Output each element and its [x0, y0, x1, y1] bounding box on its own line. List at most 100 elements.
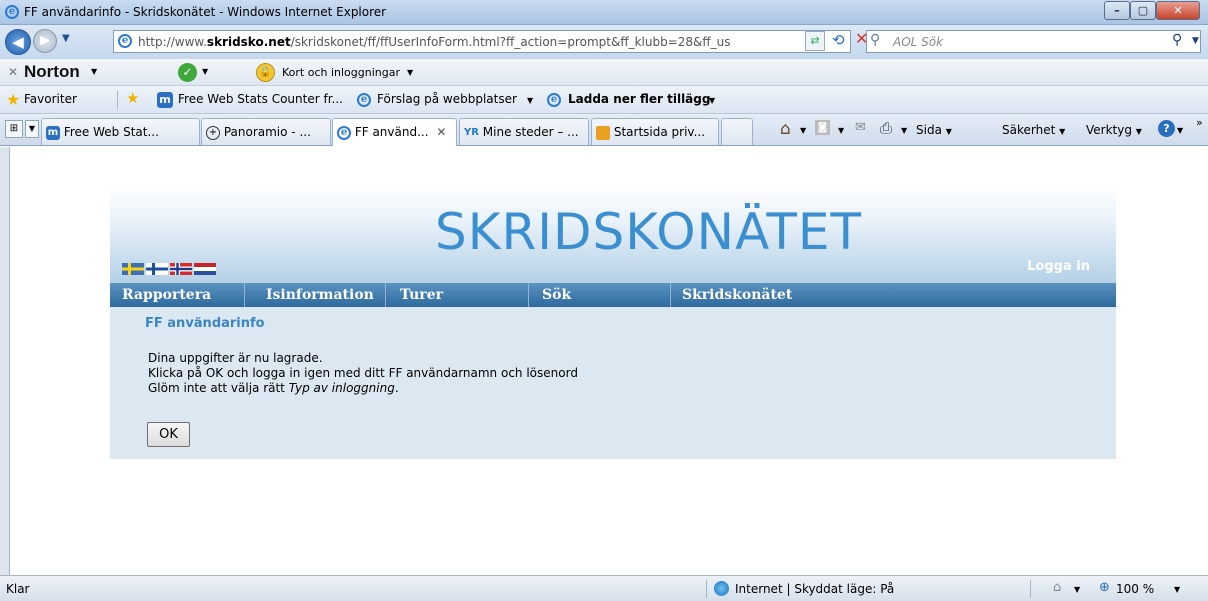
address-field[interactable]: e http://www.skridsko.net/skridskonet/ff…: [113, 30, 851, 53]
zoom-level[interactable]: 100 %: [1116, 582, 1154, 596]
site-logo: SKRIDSKONÄTET: [435, 203, 863, 261]
maximize-button[interactable]: ▢: [1130, 1, 1156, 20]
popup-blocker-icon[interactable]: ⌂: [1053, 580, 1061, 595]
flag-fi-icon[interactable]: [146, 263, 168, 275]
tab-startsida[interactable]: Startsida priv...: [591, 118, 719, 145]
menu-rapportera[interactable]: Rapportera: [122, 287, 211, 303]
message-text: Glöm inte att välja rätt: [148, 381, 289, 395]
safe-web-check-icon[interactable]: ✓: [178, 63, 197, 82]
help-icon[interactable]: ?: [1158, 120, 1175, 137]
identity-dropdown-icon[interactable]: ▼: [407, 68, 413, 77]
flag-nl-icon[interactable]: [194, 263, 216, 275]
window-left-edge: [0, 147, 10, 575]
favorite-link-suggested-sites[interactable]: Förslag på webbplatser: [377, 92, 517, 106]
menu-isinformation[interactable]: Isinformation: [266, 287, 374, 303]
chevron-more-icon[interactable]: »: [1196, 116, 1203, 129]
message-italic: Typ av inloggning: [288, 381, 395, 395]
divider: [117, 91, 118, 109]
tab-label: Free Web Stat...: [63, 125, 159, 139]
window-title-bar: e FF användarinfo - Skridskonätet - Wind…: [0, 0, 1208, 25]
menu-skridskonatet[interactable]: Skridskonätet: [682, 287, 792, 303]
m-icon: m: [157, 92, 173, 108]
menu-sok[interactable]: Sök: [542, 287, 571, 303]
flag-no-icon[interactable]: [170, 263, 192, 275]
favorites-button[interactable]: Favoriter: [24, 92, 77, 106]
back-button[interactable]: ◀: [5, 29, 31, 55]
tab-bar: ⊞ ▼ m Free Web Stat... + Panoramio - ...…: [0, 114, 1208, 146]
close-button[interactable]: ✕: [1156, 1, 1200, 20]
search-input[interactable]: AOL Sök: [866, 30, 1201, 53]
url-prefix: http://www.: [138, 35, 207, 49]
flag-se-icon[interactable]: [122, 263, 144, 275]
url-rest: /skridskonet/ff/ffUserInfoForm.html?ff_a…: [290, 35, 731, 49]
ie-icon: e: [357, 93, 371, 107]
tab-label: Startsida priv...: [613, 125, 706, 139]
help-dropdown-icon[interactable]: ▼: [1177, 126, 1183, 135]
print-icon[interactable]: ⎙: [880, 119, 892, 137]
read-mail-icon[interactable]: ✉: [855, 120, 866, 135]
home-dropdown-icon[interactable]: ▼: [800, 126, 806, 135]
status-text: Klar: [6, 582, 30, 596]
compatibility-view-icon[interactable]: ⇄: [805, 31, 825, 51]
login-link[interactable]: Logga in: [1027, 259, 1090, 274]
tab-mine-steder[interactable]: YR Mine steder – ...: [459, 118, 589, 145]
window-controls: – ▢ ✕: [1104, 1, 1200, 20]
norton-logo[interactable]: Norton: [24, 62, 80, 82]
norton-dropdown-icon[interactable]: ▼: [91, 67, 97, 76]
ie-icon: e: [5, 5, 19, 19]
tab-ff-anvandarinfo[interactable]: e FF använd... ✕: [332, 118, 457, 146]
message-line-login-type: Glöm inte att välja rätt Typ av inloggni…: [148, 381, 578, 396]
quick-tabs-icon[interactable]: ⊞: [5, 120, 23, 138]
globe-icon: [714, 581, 729, 596]
chevron-down-icon: ▼: [1059, 127, 1066, 136]
feeds-dropdown-icon[interactable]: ▼: [838, 126, 844, 135]
tools-menu[interactable]: Verktyg ▼: [1086, 123, 1142, 137]
identity-safe-lock-icon: 🔒: [256, 63, 275, 82]
addons-dropdown-icon[interactable]: ▼: [709, 96, 715, 105]
page-menu[interactable]: Sida ▼: [916, 123, 952, 137]
favorite-link-free-web-stats[interactable]: Free Web Stats Counter fr...: [178, 92, 343, 106]
yr-icon: YR: [464, 127, 479, 138]
chevron-down-icon: ▼: [1135, 127, 1142, 136]
window-title: FF användarinfo - Skridskonätet - Window…: [24, 5, 387, 19]
home-icon[interactable]: ⌂: [780, 119, 791, 139]
page-menu-label: Sida: [916, 123, 942, 137]
tab-close-icon[interactable]: ✕: [436, 125, 446, 139]
security-zone[interactable]: Internet | Skyddat läge: På: [735, 582, 894, 596]
menu-turer[interactable]: Turer: [400, 287, 443, 303]
new-tab-button[interactable]: [721, 118, 753, 145]
zoom-dropdown-icon[interactable]: ▼: [1174, 585, 1180, 594]
toolbar-close-icon[interactable]: ✕: [8, 65, 18, 79]
safe-web-dropdown-icon[interactable]: ▼: [202, 67, 208, 76]
safety-menu[interactable]: Säkerhet ▼: [1002, 123, 1065, 137]
tab-free-web-stats[interactable]: m Free Web Stat...: [41, 118, 200, 145]
identity-safe-label[interactable]: Kort och inloggningar: [282, 66, 400, 79]
print-dropdown-icon[interactable]: ▼: [901, 126, 907, 135]
minimize-button[interactable]: –: [1104, 1, 1130, 20]
chevron-down-icon: ▼: [945, 127, 952, 136]
language-flags: [122, 263, 216, 275]
favorites-star-icon: ★: [6, 90, 21, 109]
search-dropdown-icon[interactable]: ▼: [1192, 36, 1199, 46]
suggested-dropdown-icon[interactable]: ▼: [527, 96, 533, 105]
divider: [670, 283, 671, 307]
refresh-icon[interactable]: ⟲: [832, 31, 845, 49]
tab-list-dropdown-icon[interactable]: ▼: [25, 120, 39, 138]
popup-dropdown-icon[interactable]: ▼: [1074, 585, 1080, 594]
feeds-icon[interactable]: ◙: [815, 120, 830, 135]
panel-message: Dina uppgifter är nu lagrade. Klicka på …: [148, 351, 578, 396]
tab-label: Mine steder – ...: [482, 125, 579, 139]
forward-button[interactable]: ▶: [33, 29, 57, 53]
search-go-icon[interactable]: ⚲: [1172, 32, 1182, 48]
panoramio-icon: +: [206, 125, 220, 140]
tab-panoramio[interactable]: + Panoramio - ...: [201, 118, 331, 145]
address-row: ◀ ▶ ▼ e http://www.skridsko.net/skridsko…: [0, 25, 1208, 59]
divider: [706, 580, 707, 598]
ok-button[interactable]: OK: [147, 422, 190, 447]
add-favorite-icon[interactable]: ★: [126, 89, 139, 107]
message-text: .: [394, 381, 399, 395]
tab-label: FF använd...: [354, 125, 429, 139]
tab-label: Panoramio - ...: [223, 125, 311, 139]
favorite-link-addons[interactable]: Ladda ner fler tillägg: [568, 92, 710, 106]
recent-pages-dropdown-icon[interactable]: ▼: [62, 33, 70, 44]
